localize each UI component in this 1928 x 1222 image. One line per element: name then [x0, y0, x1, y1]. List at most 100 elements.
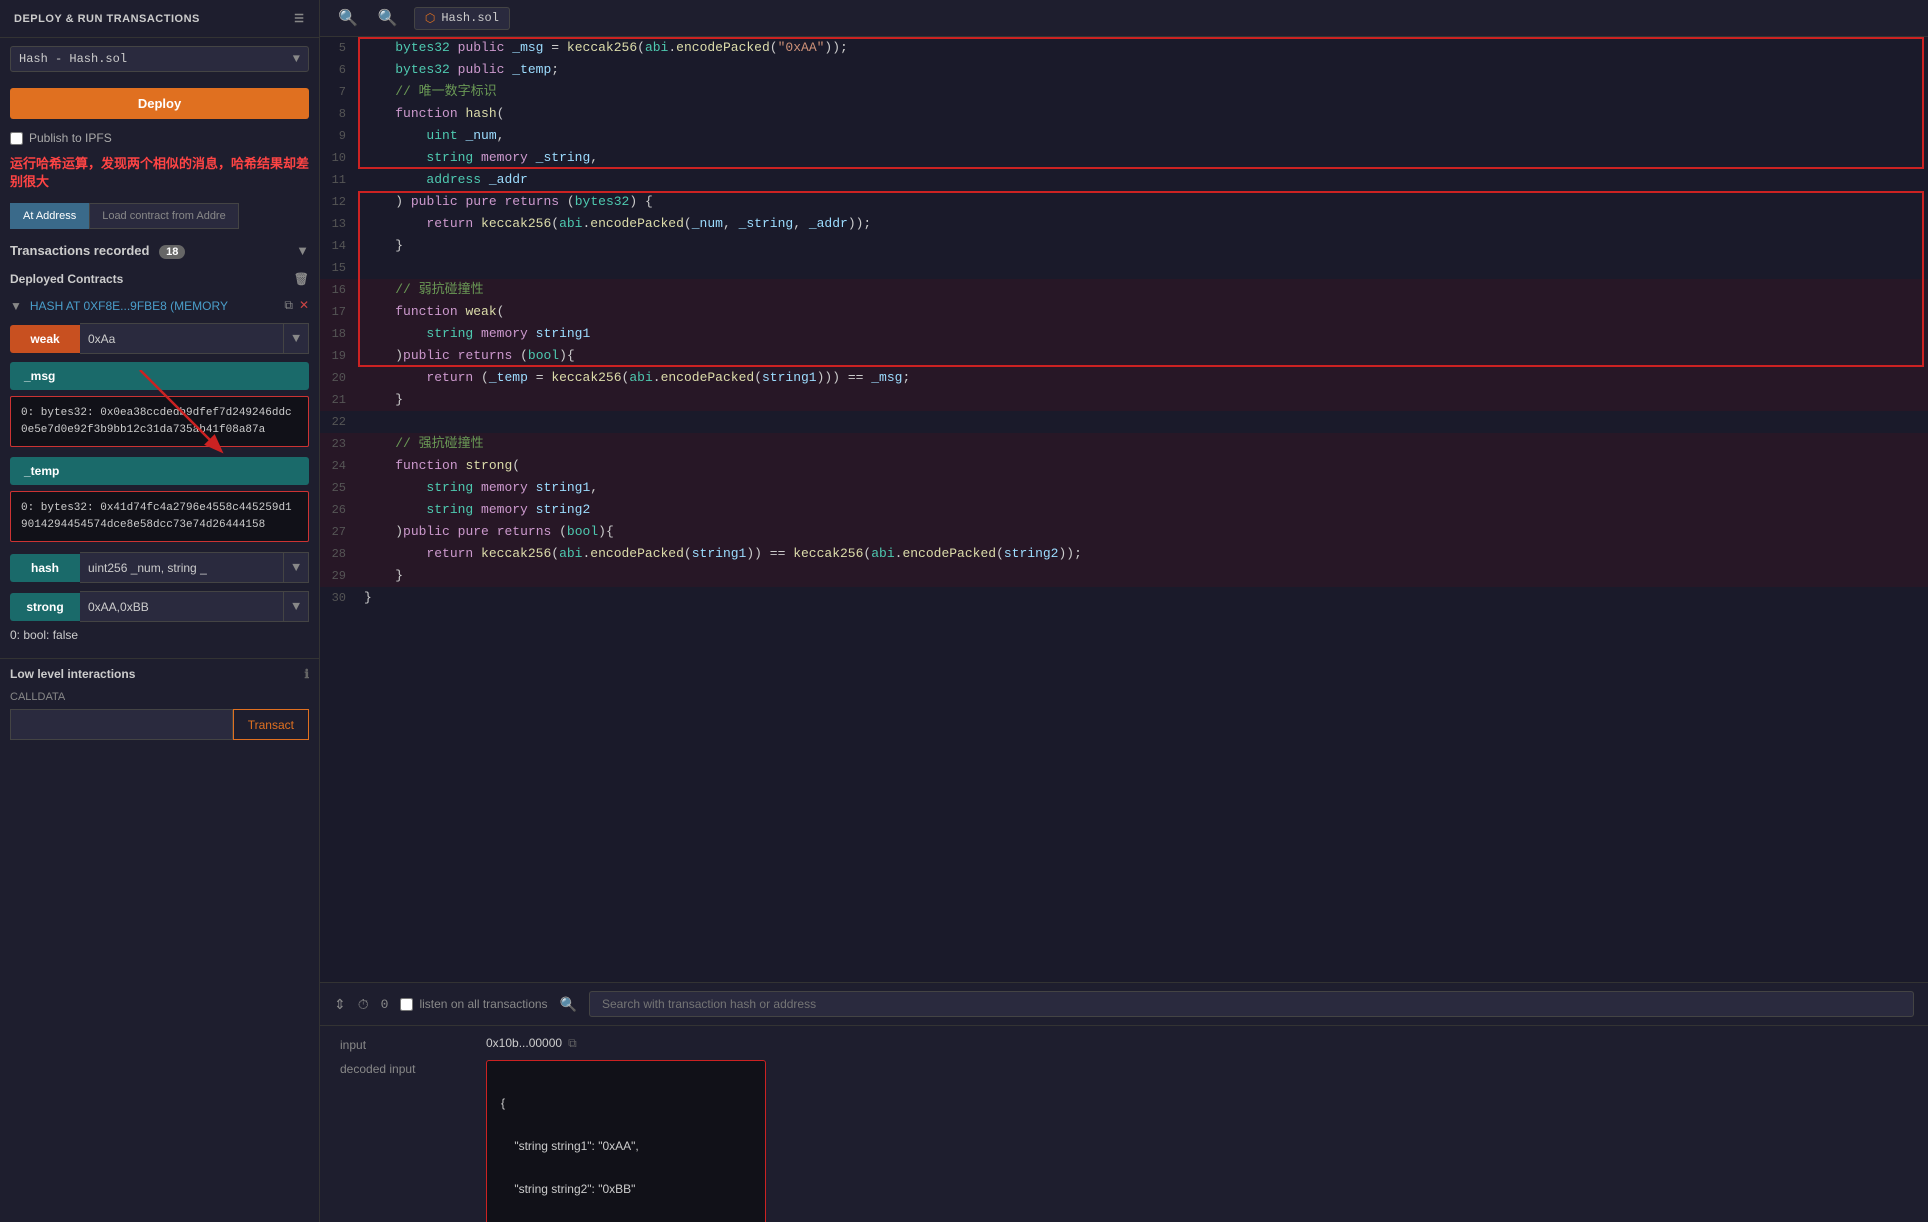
- input-label: input: [340, 1036, 470, 1052]
- search-input[interactable]: [589, 991, 1914, 1017]
- zoom-out-button[interactable]: 🔍: [334, 6, 362, 30]
- calldata-input-row: Transact: [10, 709, 309, 740]
- code-line-12: 12 ) public pure returns (bytes32) {: [320, 191, 1928, 213]
- transaction-details: input 0x10b...00000 ⧉ decoded input { "s…: [320, 1026, 1928, 1222]
- strong-func-row: strong ▼: [10, 591, 309, 622]
- expand-button[interactable]: ⇕: [334, 996, 346, 1013]
- code-line-26: 26 string memory string2: [320, 499, 1928, 521]
- code-line-18: 18 string memory string1: [320, 323, 1928, 345]
- code-line-27: 27 )public pure returns (bool){: [320, 521, 1928, 543]
- code-line-14: 14 }: [320, 235, 1928, 257]
- trash-icon[interactable]: 🗑: [294, 272, 309, 286]
- calldata-label: CALLDATA: [0, 689, 319, 705]
- file-selector-text: Hash - Hash.sol: [19, 52, 127, 66]
- transaction-counter: 0: [381, 997, 389, 1012]
- hash-button[interactable]: hash: [10, 554, 80, 582]
- code-line-15: 15: [320, 257, 1928, 279]
- code-line-19: 19 )public returns (bool){: [320, 345, 1928, 367]
- input-value-row: 0x10b...00000 ⧉: [486, 1036, 1908, 1052]
- info-icon: ℹ: [304, 667, 309, 681]
- listen-label: listen on all transactions: [419, 997, 547, 1011]
- strong-input[interactable]: [80, 591, 284, 622]
- search-icon[interactable]: 🔍: [560, 996, 577, 1013]
- temp-button[interactable]: _temp: [10, 457, 309, 485]
- calldata-input[interactable]: [10, 709, 233, 740]
- contract-icons: ⧉ ✕: [284, 298, 309, 313]
- clock-icon[interactable]: ⏱: [358, 996, 369, 1013]
- publish-ipfs-row: Publish to IPFS: [0, 127, 319, 149]
- transaction-count-badge: 18: [159, 245, 185, 259]
- close-icon[interactable]: ✕: [299, 298, 309, 313]
- code-line-23: 23 // 强抗碰撞性: [320, 433, 1928, 455]
- listen-checkbox-row: listen on all transactions: [400, 997, 547, 1011]
- annotation-text: 运行哈希运算，发现两个相似的消息，哈希结果却差别很大: [0, 149, 319, 197]
- weak-button[interactable]: weak: [10, 325, 80, 353]
- panel-header: DEPLOY & RUN TRANSACTIONS ☰: [0, 0, 319, 38]
- panel-title: DEPLOY & RUN TRANSACTIONS: [14, 13, 200, 25]
- code-line-6: 6 bytes32 public _temp;: [320, 59, 1928, 81]
- code-line-8: 8 function hash(: [320, 103, 1928, 125]
- code-line-16: 16 // 弱抗碰撞性: [320, 279, 1928, 301]
- strong-chevron[interactable]: ▼: [284, 591, 309, 622]
- code-line-17: 17 function weak(: [320, 301, 1928, 323]
- bottom-toolbar: ⇕ ⏱ 0 listen on all transactions 🔍: [320, 983, 1928, 1026]
- copy-icon[interactable]: ⧉: [284, 298, 293, 313]
- hash-func-row: hash ▼: [10, 552, 309, 583]
- low-level-section: Low level interactions ℹ CALLDATA Transa…: [0, 658, 319, 744]
- hash-chevron[interactable]: ▼: [284, 552, 309, 583]
- low-level-label: Low level interactions: [10, 667, 135, 681]
- weak-chevron[interactable]: ▼: [284, 323, 309, 354]
- load-contract-tab[interactable]: Load contract from Addre: [89, 203, 239, 229]
- weak-func-row: weak ▼: [10, 323, 309, 354]
- transactions-row: Transactions recorded 18 ▼: [0, 235, 319, 266]
- code-line-5: 5 bytes32 public _msg = keccak256(abi.en…: [320, 37, 1928, 59]
- file-tab-name: Hash.sol: [441, 11, 499, 25]
- deployed-contracts-header: Deployed Contracts 🗑: [0, 266, 319, 292]
- listen-checkbox[interactable]: [400, 998, 413, 1011]
- code-line-28: 28 return keccak256(abi.encodePacked(str…: [320, 543, 1928, 565]
- chevron-down-icon-tx[interactable]: ▼: [296, 243, 309, 258]
- code-line-30: 30 }: [320, 587, 1928, 609]
- transact-button[interactable]: Transact: [233, 709, 309, 740]
- code-line-10: 10 string memory _string,: [320, 147, 1928, 169]
- code-line-9: 9 uint _num,: [320, 125, 1928, 147]
- weak-input[interactable]: [80, 323, 284, 354]
- file-tab[interactable]: ⬡ Hash.sol: [414, 7, 510, 30]
- strong-button[interactable]: strong: [10, 593, 80, 621]
- code-line-13: 13 return keccak256(abi.encodePacked(_nu…: [320, 213, 1928, 235]
- input-value: 0x10b...00000: [486, 1036, 562, 1050]
- deployed-contracts-label: Deployed Contracts: [10, 272, 123, 286]
- chevron-down-icon: ▼: [293, 52, 300, 66]
- file-selector[interactable]: Hash - Hash.sol ▼: [10, 46, 309, 72]
- code-area[interactable]: 5 bytes32 public _msg = keccak256(abi.en…: [320, 37, 1928, 982]
- code-line-29: 29 }: [320, 565, 1928, 587]
- zoom-in-button[interactable]: 🔍: [374, 6, 402, 30]
- code-line-11: 11 address _addr: [320, 169, 1928, 191]
- low-level-header: Low level interactions ℹ: [0, 659, 319, 689]
- publish-ipfs-label: Publish to IPFS: [29, 131, 112, 145]
- code-line-25: 25 string memory string1,: [320, 477, 1928, 499]
- editor-header: 🔍 🔍 ⬡ Hash.sol: [320, 0, 1928, 37]
- temp-result: 0: bytes32: 0x41d74fc4a2796e4558c445259d…: [10, 491, 309, 542]
- hash-input[interactable]: [80, 552, 284, 583]
- decoded-input-box: { "string string1": "0xAA", "string stri…: [486, 1060, 766, 1222]
- transactions-label: Transactions recorded 18: [10, 243, 185, 258]
- right-panel: 🔍 🔍 ⬡ Hash.sol 5 bytes32 public _msg = k…: [320, 0, 1928, 1222]
- at-address-tab[interactable]: At Address: [10, 203, 89, 229]
- code-line-24: 24 function strong(: [320, 455, 1928, 477]
- file-icon: ⬡: [425, 11, 435, 26]
- code-line-20: 20 return (_temp = keccak256(abi.encodeP…: [320, 367, 1928, 389]
- publish-ipfs-checkbox[interactable]: [10, 132, 23, 145]
- msg-result: 0: bytes32: 0x0ea38ccdedb9dfef7d249246dd…: [10, 396, 309, 447]
- address-tabs: At Address Load contract from Addre: [10, 203, 309, 229]
- copy-icon-input[interactable]: ⧉: [568, 1036, 577, 1051]
- panel-menu-icon[interactable]: ☰: [294, 12, 305, 25]
- code-line-22: 22: [320, 411, 1928, 433]
- msg-button[interactable]: _msg: [10, 362, 309, 390]
- decoded-input-content: { "string string1": "0xAA", "string stri…: [501, 1071, 751, 1222]
- deploy-button[interactable]: Deploy: [10, 88, 309, 119]
- chevron-icon: ▼: [10, 299, 22, 313]
- code-line-7: 7 // 唯一数字标识: [320, 81, 1928, 103]
- contract-item[interactable]: ▼ HASH AT 0XF8E...9FBE8 (MEMORY ⧉ ✕: [0, 292, 319, 319]
- contract-name: HASH AT 0XF8E...9FBE8 (MEMORY: [30, 299, 228, 313]
